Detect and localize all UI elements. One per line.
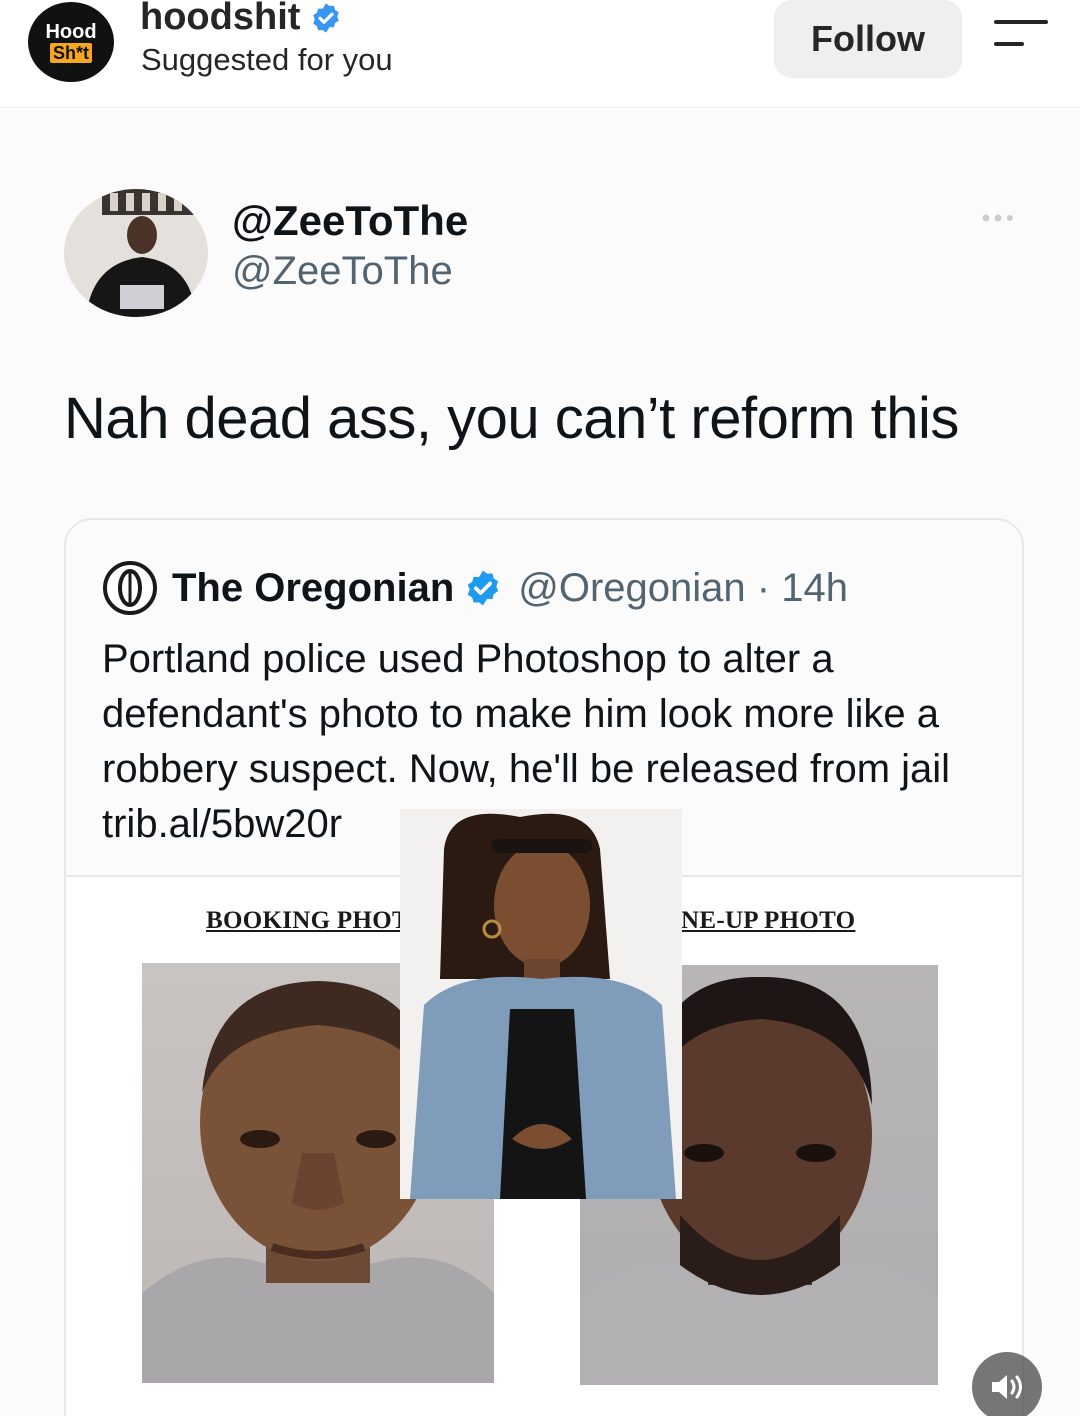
booking-photo-caption: BOOKING PHOTO: [206, 907, 429, 934]
tweet-author-name: @ZeeToThe: [232, 197, 469, 244]
tweet-text: Nah dead ass, you can’t reform this: [64, 386, 959, 451]
verified-badge-icon: [468, 570, 499, 606]
quoted-tweet-header: The Oregonian @Oregonian · 14h: [102, 560, 848, 616]
more-dots-icon: [982, 214, 1013, 222]
verified-badge-icon: [313, 2, 340, 33]
quoted-author-name: The Oregonian: [172, 565, 455, 610]
post-media[interactable]: @ZeeToThe @ZeeToThe Nah dead ass, you ca…: [0, 109, 1080, 1416]
volume-icon: [992, 1375, 1022, 1399]
follow-button[interactable]: Follow: [774, 0, 962, 78]
menu-icon[interactable]: [990, 18, 1050, 54]
account-username-row[interactable]: hoodshit: [140, 0, 342, 39]
tweet-author-handle: @ZeeToThe: [232, 249, 453, 293]
tweet-author-avatar: [64, 189, 208, 317]
quoted-handle-time: @Oregonian · 14h: [518, 565, 848, 610]
post-header: Hood Sh*t hoodshit Suggested for you Fol…: [0, 0, 1080, 108]
account-username[interactable]: hoodshit: [140, 0, 300, 39]
lineup-photo-caption: LINE-UP PHOTO: [654, 907, 856, 934]
volume-button[interactable]: [972, 1352, 1042, 1416]
creator-video-overlay: [400, 809, 682, 1199]
oregonian-logo-icon: [103, 561, 157, 615]
avatar-text-line1: Hood: [45, 21, 97, 43]
account-avatar[interactable]: Hood Sh*t: [28, 2, 114, 82]
avatar-text-line2: Sh*t: [50, 43, 92, 63]
suggested-label: Suggested for you: [141, 42, 393, 77]
